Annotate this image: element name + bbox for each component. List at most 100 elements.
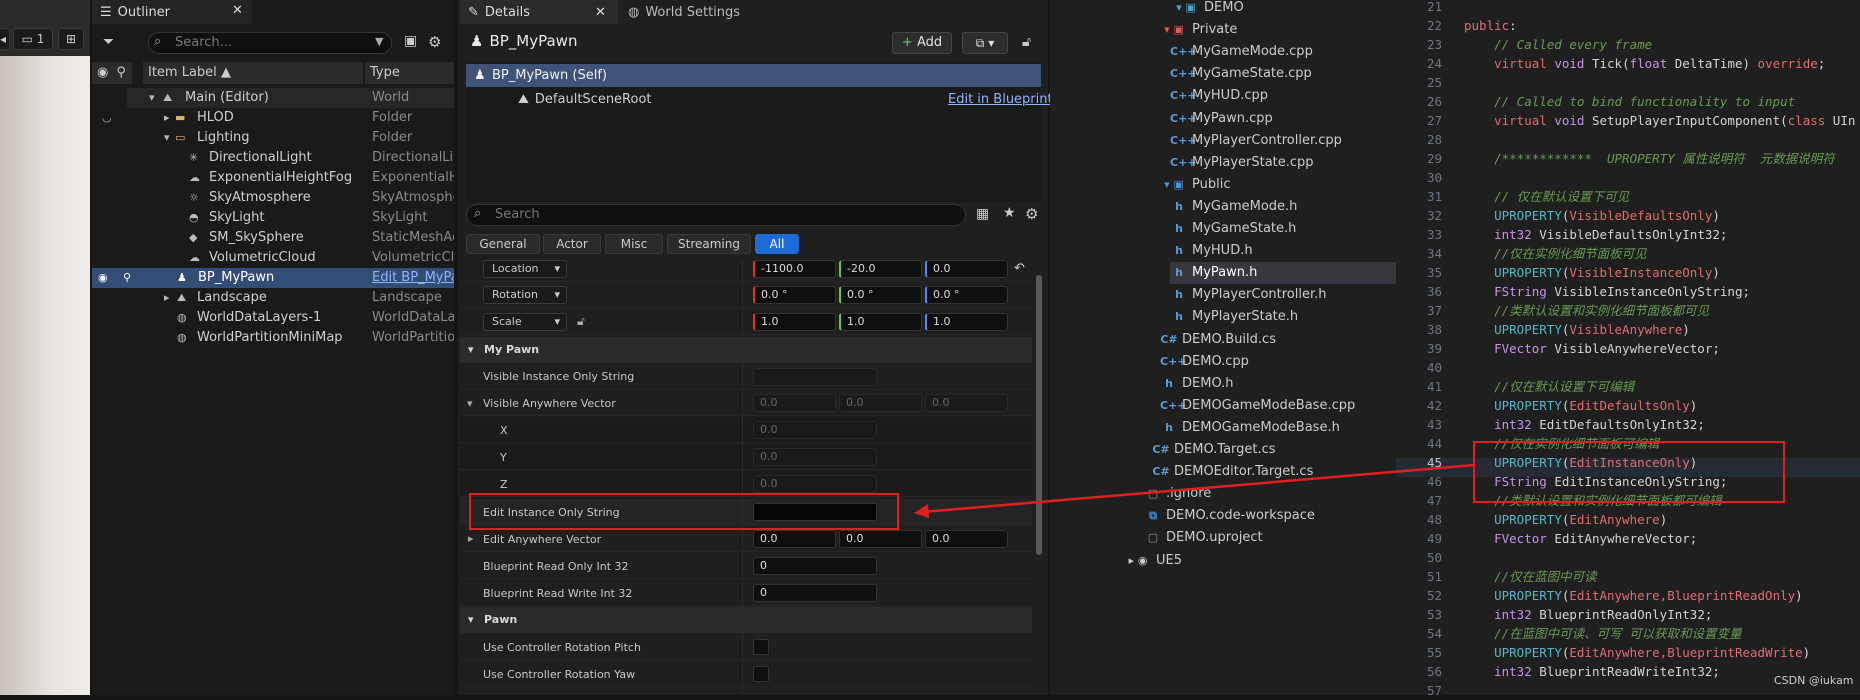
component-root-item[interactable]: ⛰ DefaultSceneRoot xyxy=(518,90,652,110)
edit-anywhere-vector-y[interactable]: 0.0 xyxy=(839,530,922,548)
outliner-row-volumetriccloud[interactable]: ☁ VolumetricCloud VolumetricClo xyxy=(127,248,454,268)
blueprint-options-button[interactable]: ⧉ ▾ xyxy=(962,32,1008,54)
file-tree-item[interactable]: h MyHUD.h xyxy=(1170,240,1253,262)
chevron-down-icon[interactable]: ▾ xyxy=(149,88,155,108)
chevron-right-icon[interactable]: ▸ xyxy=(468,532,474,545)
file-tree-item[interactable]: C++DEMOGameModeBase.cpp xyxy=(1160,395,1355,417)
filter-tab-general[interactable]: General xyxy=(466,234,540,254)
file-tree-item[interactable]: h MyPlayerController.h xyxy=(1170,284,1326,306)
outliner-row-skysphere[interactable]: ◆ SM_SkySphere StaticMeshAct xyxy=(127,228,454,248)
chevron-down-icon[interactable]: ▾ xyxy=(164,128,170,148)
outliner-row-minimap[interactable]: ◍ WorldPartitionMiniMap WorldPartition xyxy=(127,328,454,348)
bp-read-only-field[interactable]: 0 xyxy=(753,557,877,575)
chevron-right-icon[interactable]: ▸ xyxy=(164,108,170,128)
file-tree-item[interactable]: C++MyPawn.cpp xyxy=(1170,108,1273,130)
section-pawn[interactable]: ▾ Pawn xyxy=(460,607,1032,633)
use-controller-rotation-pitch-checkbox[interactable] xyxy=(753,639,769,655)
close-icon[interactable]: ✕ xyxy=(232,3,243,18)
component-self-item[interactable]: ♟ BP_MyPawn (Self) xyxy=(466,64,1041,87)
reset-arrow-icon[interactable]: ↶ xyxy=(1014,261,1025,276)
use-controller-rotation-yaw-checkbox[interactable] xyxy=(753,666,769,682)
scale-x-field[interactable]: 1.0 xyxy=(753,313,836,331)
add-folder-icon[interactable]: ▣ xyxy=(404,33,417,49)
outliner-row-fog[interactable]: ☁ ExponentialHeightFog ExponentialHe xyxy=(127,168,454,188)
file-tree-item[interactable]: h MyGameState.h xyxy=(1170,218,1296,240)
lock-icon[interactable]: 🔓︎ xyxy=(1022,34,1031,50)
filter-tab-streaming[interactable]: Streaming xyxy=(667,234,751,254)
outliner-row-hlod[interactable]: ◡ ▸ ▬ HLOD Folder xyxy=(102,108,454,128)
file-tree-item[interactable]: C++MyGameState.cpp xyxy=(1170,63,1312,85)
scale-z-field[interactable]: 1.0 xyxy=(925,313,1008,331)
bp-read-write-field[interactable]: 0 xyxy=(753,584,877,602)
file-tree-item[interactable]: C++MyPlayerState.cpp xyxy=(1170,152,1314,174)
visibility-column-header[interactable]: ◉ ⚲ xyxy=(92,62,132,84)
section-my-pawn[interactable]: ▾ My Pawn xyxy=(460,337,1032,363)
filter-tab-misc[interactable]: Misc xyxy=(605,234,663,254)
filter-icon[interactable]: ⏷ xyxy=(103,34,114,50)
rotation-z-field[interactable]: 0.0 ° xyxy=(925,286,1008,304)
viewport-layout-button[interactable]: ⊞ xyxy=(58,28,84,50)
outliner-row-lighting[interactable]: ▾ ▭ Lighting Folder xyxy=(127,128,454,148)
chevron-right-icon[interactable]: ▸ xyxy=(164,288,170,308)
file-tree-item[interactable]: ▾ ▣ Public xyxy=(1160,174,1230,196)
file-tree-item[interactable]: h MyPawn.h xyxy=(1170,262,1396,285)
outliner-row-directionallight[interactable]: ✳ DirectionalLight DirectionalLigh xyxy=(127,148,454,168)
star-icon[interactable]: ★ xyxy=(1003,205,1016,221)
file-tree-item[interactable]: ▸ ◉ UE5 xyxy=(1124,550,1182,572)
outliner-row-worlddatalayers[interactable]: ◍ WorldDataLayers-1 WorldDataLay xyxy=(127,308,454,328)
unlock-icon[interactable]: 🔓︎ xyxy=(577,314,585,329)
pin-icon[interactable]: ⚲ xyxy=(123,268,131,288)
chevron-down-icon[interactable]: ▼ xyxy=(375,35,383,48)
gear-icon[interactable]: ⚙ xyxy=(428,33,441,51)
file-tree-item[interactable]: h MyGameMode.h xyxy=(1170,196,1297,218)
filter-tab-all[interactable]: All xyxy=(755,234,799,254)
outliner-row-main[interactable]: ▾ ⛰ Main (Editor) World xyxy=(127,88,454,108)
file-tree-item[interactable]: h MyPlayerState.h xyxy=(1170,306,1298,328)
tab-outliner[interactable]: ☰ Outliner xyxy=(92,0,252,24)
eye-icon[interactable]: ◉ xyxy=(98,268,108,288)
file-tree-item[interactable]: h DEMO.h xyxy=(1160,373,1233,395)
hidden-eye-icon[interactable]: ◡ xyxy=(102,108,112,128)
file-tree-item[interactable]: C# DEMO.Build.cs xyxy=(1160,329,1276,351)
file-tree-item[interactable]: C++MyHUD.cpp xyxy=(1170,85,1268,107)
file-tree-item[interactable]: C++DEMO.cpp xyxy=(1160,351,1249,373)
outliner-row-skyatmosphere[interactable]: ☼ SkyAtmosphere SkyAtmosphe xyxy=(127,188,454,208)
location-z-field[interactable]: 0.0 xyxy=(925,260,1008,278)
outliner-row-skylight[interactable]: ◓ SkyLight SkyLight xyxy=(127,208,454,228)
rotation-dropdown[interactable]: Rotation ▾ xyxy=(483,286,567,304)
file-tree-item[interactable]: ▾ ▣ Private xyxy=(1160,19,1237,41)
filter-tab-actor[interactable]: Actor xyxy=(543,234,601,254)
scale-dropdown[interactable]: Scale ▾ xyxy=(483,313,567,331)
camera-speed-button[interactable]: ▭ 1 xyxy=(13,28,53,50)
level-viewport[interactable]: ◂ ▭ 1 ⊞ xyxy=(0,0,90,695)
edit-anywhere-vector-z[interactable]: 0.0 xyxy=(925,530,1008,548)
outliner-row-bp-mypawn[interactable]: ◉ ⚲ ♟ BP_MyPawn Edit BP_MyPa xyxy=(92,268,454,288)
location-x-field[interactable]: -1100.0 xyxy=(753,260,836,278)
outliner-row-landscape[interactable]: ▸ ⛰ Landscape Landscape xyxy=(127,288,454,308)
edit-blueprint-link[interactable]: Edit BP_MyPa xyxy=(372,268,454,288)
outliner-search-input[interactable]: Search... xyxy=(148,32,392,54)
rotation-y-field[interactable]: 0.0 ° xyxy=(839,286,922,304)
file-tree-item[interactable]: C++MyGameMode.cpp xyxy=(1170,41,1313,63)
close-icon[interactable]: ✕ xyxy=(595,5,606,20)
file-tree-item[interactable]: C++MyPlayerController.cpp xyxy=(1170,130,1342,152)
file-tree-item[interactable]: h DEMOGameModeBase.h xyxy=(1160,417,1340,439)
gear-icon[interactable]: ⚙ xyxy=(1025,205,1038,223)
details-search-input[interactable]: Search xyxy=(466,204,966,226)
add-component-button[interactable]: + Add xyxy=(892,32,952,54)
tab-world-settings[interactable]: ◍ World Settings xyxy=(622,0,772,24)
scale-y-field[interactable]: 1.0 xyxy=(839,313,922,331)
type-column-header[interactable]: Type xyxy=(365,62,454,84)
tab-details[interactable]: ✎ Details ✕ xyxy=(460,0,618,24)
edit-anywhere-vector-x[interactable]: 0.0 xyxy=(753,530,836,548)
file-tree-item[interactable]: ▾ ▣ DEMO xyxy=(1172,0,1244,19)
item-label-column-header[interactable]: Item Label ▲ xyxy=(143,62,363,84)
table-view-icon[interactable]: ▦ xyxy=(976,206,989,222)
edit-in-blueprint-link[interactable]: Edit in Blueprint xyxy=(948,90,1053,110)
location-y-field[interactable]: -20.0 xyxy=(839,260,922,278)
viewport-scene[interactable] xyxy=(0,56,90,695)
file-tree-item[interactable]: ▢ DEMO.uproject xyxy=(1144,527,1263,549)
location-dropdown[interactable]: Location ▾ xyxy=(483,260,567,278)
viewport-toggle-button[interactable]: ◂ xyxy=(0,28,10,50)
chevron-down-icon[interactable]: ▾ xyxy=(467,397,473,410)
